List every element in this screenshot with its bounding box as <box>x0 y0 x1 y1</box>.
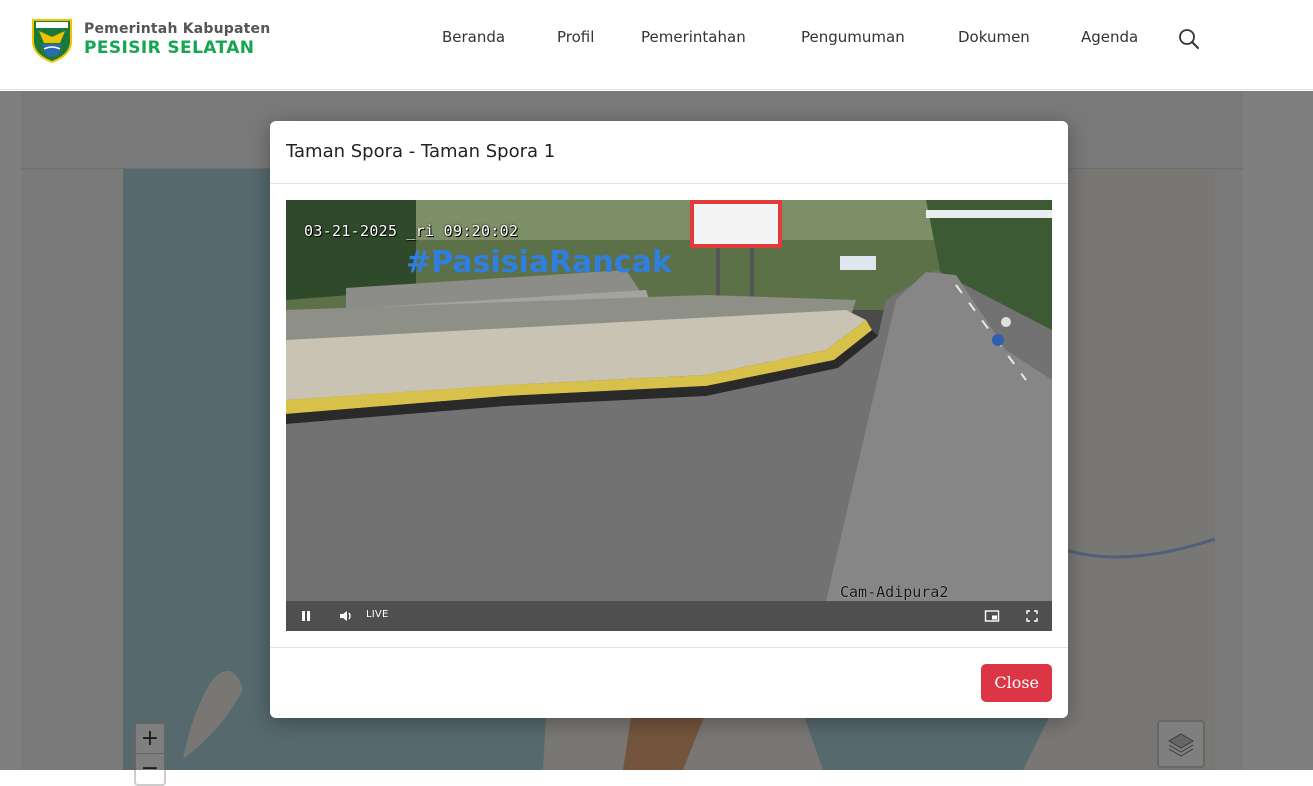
cctv-camera-name: Cam-Adipura2 <box>840 583 949 601</box>
video-controls: LIVE <box>286 601 1052 631</box>
cctv-video-player[interactable]: #PasisiaRancak 03-21-2025 ̲ri 09:20:02 C… <box>286 200 1052 631</box>
site-header: Pemerintah Kabupaten PESISIR SELATAN Ber… <box>0 0 1313 90</box>
modal-header: Taman Spora - Taman Spora 1 <box>270 121 1068 184</box>
main-nav: Beranda Profil Pemerintahan Pengumuman D… <box>0 28 1313 52</box>
monument-sign: #PasisiaRancak <box>406 245 673 280</box>
picture-in-picture-icon[interactable] <box>984 608 1000 624</box>
pause-icon[interactable] <box>298 608 314 624</box>
nav-item-profil[interactable]: Profil <box>557 28 594 46</box>
close-button[interactable]: Close <box>981 664 1052 702</box>
cctv-timestamp: 03-21-2025 ̲ri 09:20:02 <box>304 222 519 240</box>
volume-icon[interactable] <box>338 608 354 624</box>
nav-item-agenda[interactable]: Agenda <box>1081 28 1138 46</box>
fullscreen-icon[interactable] <box>1024 608 1040 624</box>
nav-item-pengumuman[interactable]: Pengumuman <box>801 28 905 46</box>
nav-item-dokumen[interactable]: Dokumen <box>958 28 1030 46</box>
modal-body: #PasisiaRancak 03-21-2025 ̲ri 09:20:02 C… <box>270 184 1068 647</box>
cctv-modal: Taman Spora - Taman Spora 1 #PasisiaRanc… <box>270 121 1068 718</box>
live-indicator: LIVE <box>366 609 389 620</box>
modal-title: Taman Spora - Taman Spora 1 <box>286 141 556 162</box>
search-icon[interactable] <box>1177 27 1201 51</box>
nav-item-beranda[interactable]: Beranda <box>442 28 505 46</box>
cctv-video-frame: #PasisiaRancak <box>286 200 1052 601</box>
nav-item-pemerintahan[interactable]: Pemerintahan <box>641 28 746 46</box>
modal-footer: Close <box>270 647 1068 718</box>
